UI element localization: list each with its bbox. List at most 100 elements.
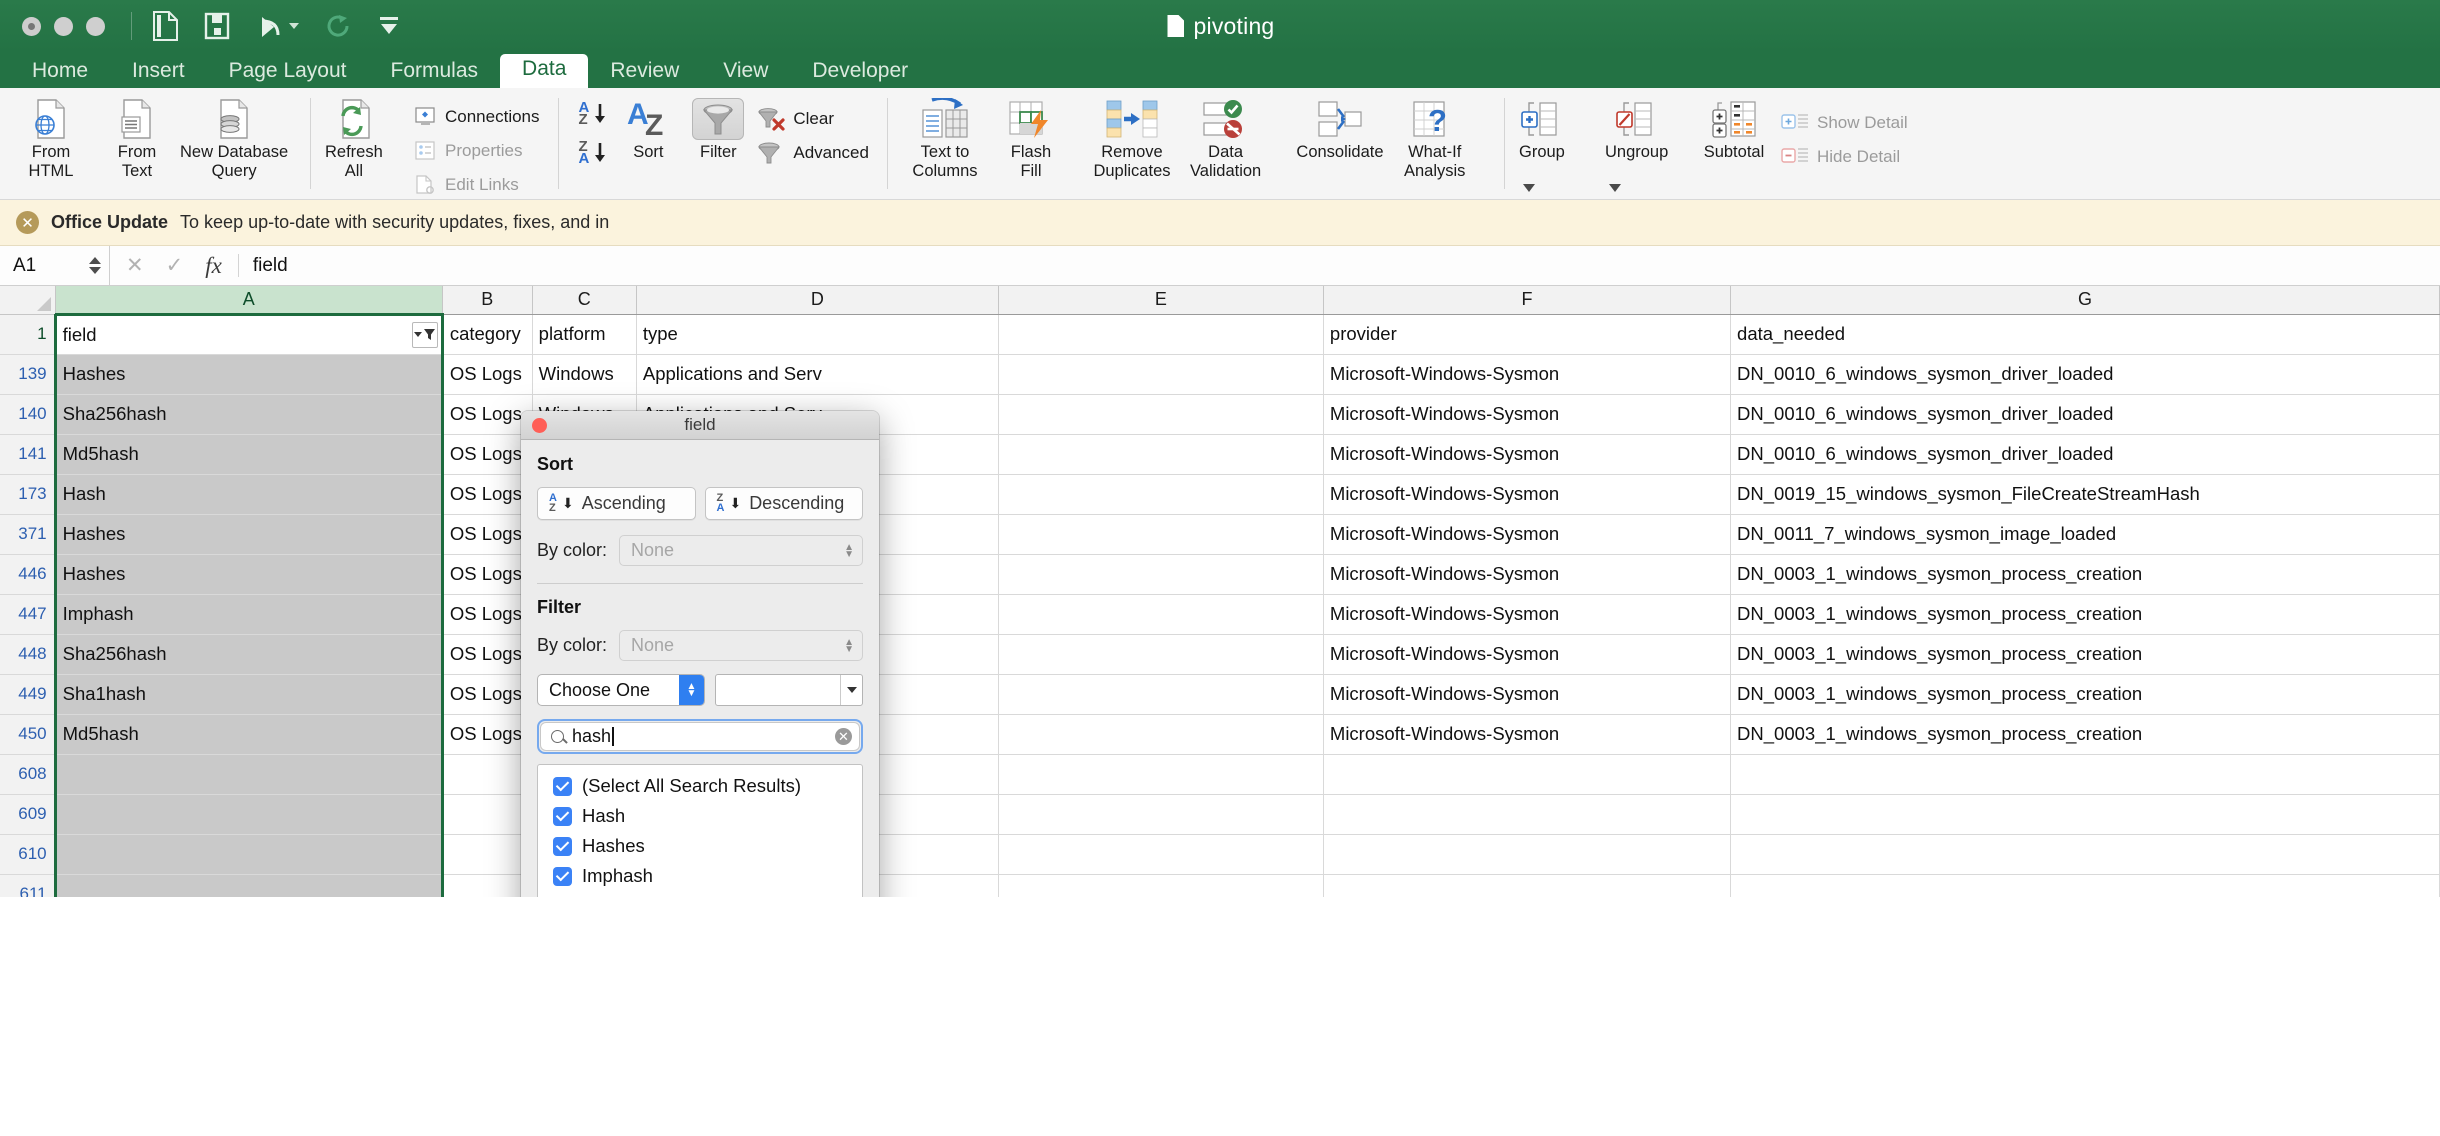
refresh-all-button[interactable]: RefreshAll	[325, 94, 411, 200]
cell-b-140[interactable]: OS Logs	[442, 394, 532, 434]
cell-f-1[interactable]: provider	[1323, 314, 1730, 354]
cell-b-141[interactable]: OS Logs	[442, 434, 532, 474]
group-button[interactable]: Group	[1519, 94, 1605, 192]
cell-e-449[interactable]	[998, 674, 1323, 714]
cell-e-610[interactable]	[998, 834, 1323, 874]
table-row[interactable]: 446HashesOS LogsWindowsApplications and …	[0, 554, 2440, 594]
column-header-f[interactable]: F	[1323, 286, 1730, 314]
sort-ascending-button[interactable]: AZ ⬇ Ascending	[537, 487, 696, 520]
tab-page-layout[interactable]: Page Layout	[207, 56, 369, 88]
flash-fill-button[interactable]: FlashFill	[988, 94, 1074, 182]
cell-e-139[interactable]	[998, 354, 1323, 394]
filter-by-color-select[interactable]: None ▲▼	[619, 630, 863, 661]
cell-f-450[interactable]: Microsoft-Windows-Sysmon	[1323, 714, 1730, 754]
cell-a-1[interactable]: field	[55, 314, 442, 354]
maximize-window-button[interactable]	[86, 17, 105, 36]
redo-icon[interactable]	[325, 13, 351, 39]
table-row[interactable]: 448Sha256hashOS LogsWindowsApplications …	[0, 634, 2440, 674]
filter-button[interactable]: Filter	[683, 94, 753, 162]
column-header-a[interactable]: A	[55, 286, 442, 314]
save-icon[interactable]	[204, 12, 230, 40]
formula-input[interactable]: field	[239, 246, 2440, 285]
cell-g-139[interactable]: DN_0010_6_windows_sysmon_driver_loaded	[1731, 354, 2440, 394]
cell-f-141[interactable]: Microsoft-Windows-Sysmon	[1323, 434, 1730, 474]
cell-e-371[interactable]	[998, 514, 1323, 554]
cell-b-610[interactable]	[442, 834, 532, 874]
row-header[interactable]: 139	[0, 354, 55, 394]
table-row[interactable]: 608	[0, 754, 2440, 794]
clear-filter-button[interactable]: Clear	[753, 102, 873, 135]
filter-search-input[interactable]: hash	[572, 726, 827, 747]
cell-e-608[interactable]	[998, 754, 1323, 794]
cell-g-449[interactable]: DN_0003_1_windows_sysmon_process_creatio…	[1731, 674, 2440, 714]
tab-formulas[interactable]: Formulas	[369, 56, 501, 88]
row-header[interactable]: 448	[0, 634, 55, 674]
cell-f-139[interactable]: Microsoft-Windows-Sysmon	[1323, 354, 1730, 394]
row-header[interactable]: 173	[0, 474, 55, 514]
cell-e-173[interactable]	[998, 474, 1323, 514]
cell-f-611[interactable]	[1323, 874, 1730, 897]
chevron-down-icon[interactable]	[840, 675, 862, 705]
undo-dropdown-caret[interactable]	[289, 23, 299, 29]
sort-descending-button[interactable]: ZA ⬇ Descending	[705, 487, 864, 520]
insert-function-icon[interactable]: fx	[205, 253, 222, 279]
properties-button[interactable]: Properties	[411, 134, 544, 167]
cell-f-448[interactable]: Microsoft-Windows-Sysmon	[1323, 634, 1730, 674]
cell-a-139[interactable]: Hashes	[55, 354, 442, 394]
select-all-corner[interactable]	[0, 286, 55, 314]
minimize-window-button[interactable]	[54, 17, 73, 36]
row-header[interactable]: 608	[0, 754, 55, 794]
clear-search-icon[interactable]: ✕	[835, 728, 852, 745]
cell-b-446[interactable]: OS Logs	[442, 554, 532, 594]
row-header[interactable]: 611	[0, 874, 55, 897]
cell-g-450[interactable]: DN_0003_1_windows_sysmon_process_creatio…	[1731, 714, 2440, 754]
connections-button[interactable]: Connections	[411, 100, 544, 133]
checkbox-checked-icon[interactable]	[553, 867, 572, 886]
filter-list-item[interactable]: (Select All Search Results)	[538, 771, 862, 801]
tab-developer[interactable]: Developer	[790, 56, 930, 88]
filter-list-item[interactable]: Md5hash	[538, 891, 862, 897]
cell-a-609[interactable]	[55, 794, 442, 834]
cell-a-446[interactable]: Hashes	[55, 554, 442, 594]
cell-b-611[interactable]	[442, 874, 532, 897]
cell-g-446[interactable]: DN_0003_1_windows_sysmon_process_creatio…	[1731, 554, 2440, 594]
table-row[interactable]: 141Md5hashOS LogsWindowsApplications and…	[0, 434, 2440, 474]
row-header[interactable]: 447	[0, 594, 55, 634]
ungroup-button[interactable]: Ungroup	[1605, 94, 1691, 192]
filter-search-box[interactable]: hash ✕	[540, 722, 860, 751]
filter-list-item[interactable]: Imphash	[538, 861, 862, 891]
cell-a-448[interactable]: Sha256hash	[55, 634, 442, 674]
tab-insert[interactable]: Insert	[110, 56, 207, 88]
consolidate-button[interactable]: Consolidate	[1276, 94, 1404, 162]
cell-g-141[interactable]: DN_0010_6_windows_sysmon_driver_loaded	[1731, 434, 2440, 474]
what-if-analysis-button[interactable]: ? What-IfAnalysis	[1404, 94, 1490, 200]
cell-b-450[interactable]: OS Logs	[442, 714, 532, 754]
cell-e-450[interactable]	[998, 714, 1323, 754]
close-window-button[interactable]	[22, 17, 41, 36]
column-header-c[interactable]: C	[532, 286, 636, 314]
row-header[interactable]: 610	[0, 834, 55, 874]
group-caret-icon[interactable]	[1523, 184, 1535, 192]
table-row[interactable]: 173HashOS LogsWindowsApplications and Se…	[0, 474, 2440, 514]
sort-by-color-select[interactable]: None ▲▼	[619, 535, 863, 566]
filter-list-item[interactable]: Hashes	[538, 831, 862, 861]
cell-a-450[interactable]: Md5hash	[55, 714, 442, 754]
text-to-columns-button[interactable]: Text toColumns	[902, 94, 988, 182]
cell-g-1[interactable]: data_needed	[1731, 314, 2440, 354]
table-row[interactable]: 139HashesOS LogsWindowsApplications and …	[0, 354, 2440, 394]
subtotal-button[interactable]: Subtotal	[1691, 94, 1777, 162]
cell-a-611[interactable]	[55, 874, 442, 897]
table-row[interactable]: 447ImphashOS LogsWindowsApplications and…	[0, 594, 2440, 634]
cell-e-1[interactable]	[998, 314, 1323, 354]
choose-one-select[interactable]: Choose One ▲▼	[537, 674, 705, 706]
cell-e-447[interactable]	[998, 594, 1323, 634]
cell-e-609[interactable]	[998, 794, 1323, 834]
sort-button[interactable]: AZ Sort	[613, 94, 683, 162]
from-html-button[interactable]: FromHTML	[8, 94, 94, 182]
name-box-spinner[interactable]	[89, 257, 101, 274]
cell-b-447[interactable]: OS Logs	[442, 594, 532, 634]
cell-e-446[interactable]	[998, 554, 1323, 594]
cell-f-173[interactable]: Microsoft-Windows-Sysmon	[1323, 474, 1730, 514]
column-header-b[interactable]: B	[442, 286, 532, 314]
sort-descending-button[interactable]: ZA	[579, 141, 608, 166]
